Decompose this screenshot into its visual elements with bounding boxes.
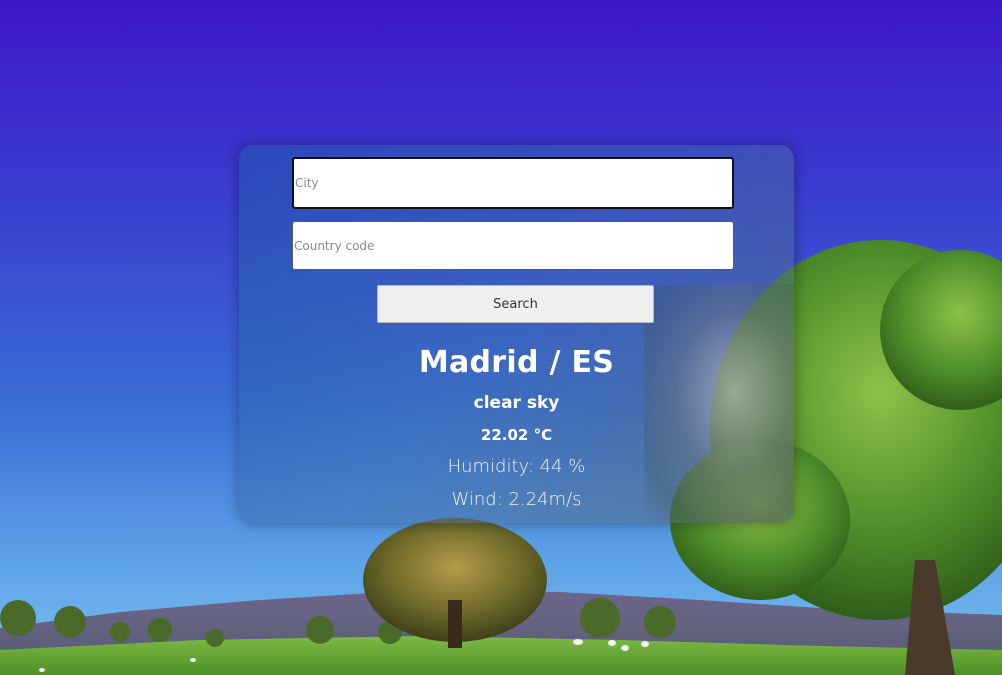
weather-card: Search Madrid / ES clear sky 22.02 °C Hu… — [239, 145, 794, 523]
humidity-value: Humidity: 44 % — [447, 456, 586, 477]
city-input[interactable] — [292, 157, 734, 209]
weather-description: clear sky — [473, 393, 560, 413]
country-code-input[interactable] — [292, 221, 734, 270]
wind-value: Wind: 2.24m/s — [451, 489, 582, 510]
temperature-value: 22.02 °C — [480, 426, 553, 444]
location-heading: Madrid / ES — [418, 345, 615, 380]
search-button[interactable]: Search — [377, 285, 654, 323]
